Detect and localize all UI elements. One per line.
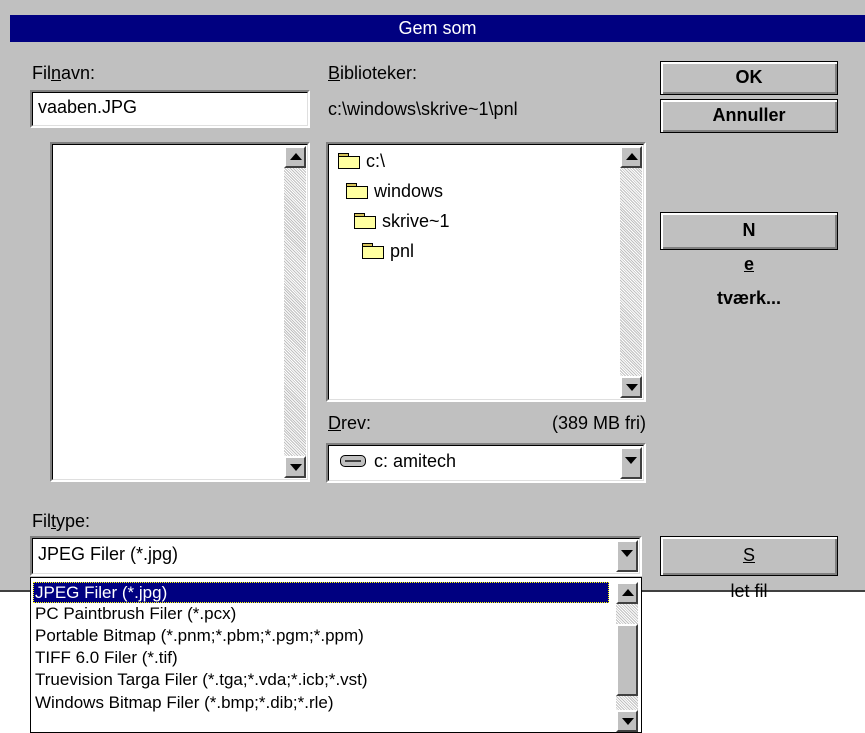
file-list-scrollbar[interactable] — [284, 146, 306, 478]
filetype-dropdown-list[interactable]: JPEG Filer (*.jpg) PC Paintbrush Filer (… — [30, 577, 642, 733]
open-folder-icon — [362, 243, 384, 259]
arrow-down-icon — [622, 718, 634, 725]
filetype-option[interactable]: Truevision Targa Filer (*.tga;*.vda;*.ic… — [33, 669, 609, 690]
free-space: (389 MB fri) — [551, 413, 646, 433]
filetype-scroll-thumb[interactable] — [616, 624, 638, 696]
arrow-down-icon — [626, 384, 638, 391]
filetype-option[interactable]: JPEG Filer (*.jpg) — [33, 582, 609, 603]
filename-label: Filnavn: — [32, 63, 96, 83]
arrow-up-icon — [290, 153, 302, 160]
drive-dropdown-button[interactable] — [620, 447, 642, 479]
filetype-label: Filtype: — [32, 511, 91, 531]
file-list-scroll-down-button[interactable] — [284, 456, 306, 478]
hard-drive-icon — [340, 455, 366, 467]
filetype-scroll-up-button[interactable] — [616, 582, 638, 604]
open-folder-icon — [338, 153, 360, 169]
file-list[interactable] — [50, 142, 310, 482]
directory-list[interactable]: c:\ windows skrive~1 pnl — [326, 142, 646, 402]
filetype-scroll-down-button[interactable] — [616, 710, 638, 732]
open-folder-icon — [354, 213, 376, 229]
drives-label: Drev: — [328, 413, 372, 433]
filetype-selected: JPEG Filer (*.jpg) — [38, 544, 179, 564]
drive-select[interactable]: c: amitech — [326, 443, 646, 483]
filetype-dropdown-button[interactable] — [616, 540, 638, 572]
arrow-up-icon — [622, 589, 634, 596]
delete-file-button[interactable]: Slet fil — [660, 536, 838, 601]
network-button[interactable]: Ne tværk... — [660, 212, 838, 308]
directory-scroll-up-button[interactable] — [620, 146, 642, 168]
ok-button[interactable]: OK — [660, 61, 838, 95]
filetype-option[interactable]: PC Paintbrush Filer (*.pcx) — [33, 603, 609, 624]
save-as-dialog: Gem som Filnavn: vaaben.JPG Biblioteker:… — [0, 0, 865, 601]
filetype-option[interactable]: TIFF 6.0 Filer (*.tif) — [33, 647, 609, 668]
directory-scroll-down-button[interactable] — [620, 376, 642, 398]
open-folder-icon — [346, 183, 368, 199]
file-list-scroll-up-button[interactable] — [284, 146, 306, 168]
filetype-option[interactable]: Windows Bitmap Filer (*.bmp;*.dib;*.rle) — [33, 692, 609, 713]
dialog-title: Gem som — [10, 15, 865, 42]
chevron-down-icon — [621, 550, 633, 557]
chevron-down-icon — [625, 457, 637, 464]
filetype-list-scrollbar[interactable] — [616, 582, 638, 732]
current-path: c:\windows\skrive~1\pnl — [328, 99, 518, 119]
directories-label: Biblioteker: — [328, 63, 418, 83]
filetype-select[interactable]: JPEG Filer (*.jpg) — [30, 536, 642, 576]
filetype-option[interactable]: Portable Bitmap (*.pnm;*.pbm;*.pgm;*.ppm… — [33, 625, 609, 646]
arrow-down-icon — [290, 464, 302, 471]
drive-selected: c: amitech — [374, 451, 457, 471]
cancel-button[interactable]: Annuller — [660, 99, 838, 133]
filename-value: vaaben.JPG — [38, 97, 138, 117]
filename-input[interactable]: vaaben.JPG — [30, 90, 310, 128]
arrow-up-icon — [626, 153, 638, 160]
directory-list-scrollbar[interactable] — [620, 146, 642, 398]
